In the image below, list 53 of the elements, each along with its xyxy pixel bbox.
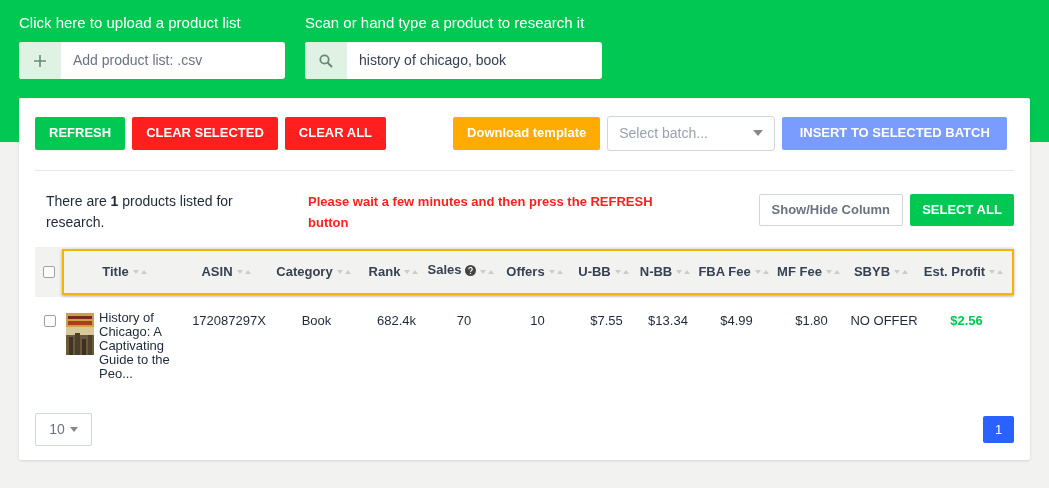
table-cell-text: 70 (456, 312, 472, 330)
column-header[interactable]: N-BB (639, 262, 673, 282)
upload-field[interactable]: Add product list: .csv (19, 42, 285, 79)
page-size-select[interactable]: 10 (35, 413, 92, 446)
search-icon (319, 53, 333, 68)
sort-icon[interactable] (132, 269, 149, 275)
caret-icon (69, 427, 78, 432)
column-header[interactable]: MF Fee (777, 262, 822, 282)
table-cell-text: 172087297X (192, 312, 266, 330)
column-header[interactable]: Category (276, 262, 333, 282)
column-header[interactable]: Title (102, 262, 129, 282)
sort-icon[interactable] (236, 269, 253, 275)
search-label: Scan or hand type a product to research it (305, 13, 586, 32)
page-button[interactable]: 1 (983, 416, 1014, 443)
table-cell-text: Book (301, 312, 332, 330)
sort-icon[interactable] (754, 269, 771, 275)
table-cell-text: $7.55 (590, 312, 623, 330)
row-checkbox[interactable] (43, 315, 56, 327)
sort-icon[interactable] (676, 269, 693, 275)
column-header[interactable]: Est. Profit (923, 262, 986, 282)
sort-icon[interactable] (825, 269, 842, 275)
sort-icon[interactable] (894, 269, 911, 275)
show-hide-column-button[interactable]: Show/Hide Column (758, 194, 903, 226)
warning-text: Please wait a few minutes and then press the REFRESH button (308, 193, 654, 232)
column-header[interactable]: ASIN (201, 262, 233, 282)
table-cell-text: 682.4k (376, 312, 416, 330)
column-header[interactable]: Sales (427, 260, 462, 280)
upload-label: Click here to upload a product list (19, 13, 242, 32)
sort-icon[interactable] (548, 269, 565, 275)
header-checkbox[interactable] (42, 266, 55, 278)
column-header[interactable]: Rank (368, 262, 401, 282)
table-cell-text: 10 (530, 312, 545, 330)
caret-icon (753, 130, 764, 136)
plus-icon (34, 54, 46, 67)
table-cell-text: $13.34 (648, 312, 688, 330)
info-text: There are 1 products listed for research. (46, 192, 234, 232)
search-field[interactable]: history of chicago, book (305, 42, 602, 79)
table-cell-text: $2.56 (950, 312, 983, 330)
column-header[interactable]: SBYB (853, 262, 891, 282)
toolbar-button[interactable]: CLEAR SELECTED (132, 116, 278, 150)
column-header[interactable]: U-BB (578, 262, 611, 282)
column-header[interactable]: FBA Fee (698, 262, 751, 282)
table-cell-text: NO OFFER (850, 312, 918, 330)
column-header[interactable]: Offers (506, 262, 545, 282)
help-icon[interactable] (465, 264, 477, 276)
table-cell-text: $1.80 (795, 312, 828, 330)
toolbar-button[interactable]: CLEAR ALL (284, 116, 387, 150)
sort-icon[interactable] (989, 269, 1006, 275)
sort-icon[interactable] (336, 269, 353, 275)
sort-icon[interactable] (404, 269, 421, 275)
product-title[interactable]: History of Chicago: A Captivating Guide to the Peo... (99, 311, 179, 381)
table-cell-text: $4.99 (720, 312, 753, 330)
sort-icon[interactable] (614, 269, 631, 275)
